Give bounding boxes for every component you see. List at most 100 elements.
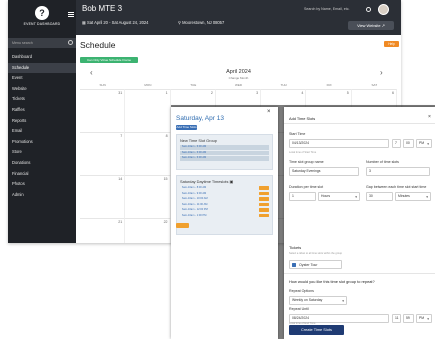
search-icon[interactable] (366, 7, 371, 12)
ticket-selector[interactable]: Oyster Tour (289, 260, 342, 269)
chevron-down-icon: ▾ (342, 299, 344, 303)
sidebar-item-raffles[interactable]: Raffles (8, 105, 76, 116)
hamburger-menu-icon[interactable] (68, 12, 74, 17)
sidebar-item-photos[interactable]: Photos (8, 179, 76, 190)
start-time-help: Local time of Start Time (289, 151, 317, 154)
slot-status-tag (259, 197, 269, 201)
duration-input[interactable]: 1 (289, 192, 316, 201)
sidebar: ? EVENT DASHBOARD Menu search Dashboard … (8, 0, 76, 243)
time-slot-label: 6am-10am - 10:00 AM (182, 197, 208, 200)
sidebar-item-event[interactable]: Event (8, 73, 76, 84)
gap-unit-select[interactable]: Minutes ▾ (395, 192, 431, 201)
duration-unit-select[interactable]: Hours ▾ (318, 192, 360, 201)
time-slot[interactable]: 6am-10am - 8:00 AM (180, 186, 269, 191)
time-slot[interactable]: 6am-10am - 10:00 AM (180, 197, 269, 202)
sidebar-item-dashboard[interactable]: Dashboard (8, 52, 76, 63)
gap-unit-value: Minutes (398, 194, 410, 198)
sidebar-item-email[interactable]: Email (8, 126, 76, 137)
event-location: ⚲ Moorestown, NJ 08057 (178, 20, 224, 25)
time-slot-group-header: Saturday Daytime Timeslots ▣ (177, 176, 272, 186)
time-slot-group[interactable]: Saturday Daytime Timeslots ▣ 6am-10am - … (176, 175, 273, 235)
sidebar-item-website[interactable]: Website (8, 84, 76, 95)
add-time-slots-chip[interactable]: Add Time Slots (176, 125, 197, 130)
time-slot-label: 6am-10am - 9:00 AM (182, 191, 207, 195)
menu-search-input[interactable]: Menu search (8, 38, 76, 48)
time-slot-label: 6am-10am - 12:00 PM (182, 208, 208, 211)
sidebar-item-schedule[interactable]: Schedule (8, 62, 76, 74)
repeat-until-ampm-value: PM (419, 316, 425, 320)
chevron-down-icon: ▾ (426, 195, 428, 199)
view-website-button[interactable]: View Website ↗ (348, 21, 394, 30)
chevron-down-icon: ▾ (355, 195, 357, 199)
view-website-label: View Website (357, 23, 381, 28)
sidebar-item-store[interactable]: Store (8, 147, 76, 158)
start-minute-input[interactable]: 00 (403, 139, 414, 148)
repeat-until-minute-input[interactable]: 59 (403, 314, 414, 323)
sidebar-nav: Dashboard Schedule Event Website Tickets… (8, 52, 76, 200)
time-slot-label: 6am-10am - 1:00 PM (182, 213, 207, 217)
chevron-right-icon[interactable]: › (380, 68, 383, 77)
repeat-until-hour-input[interactable]: 11 (392, 314, 401, 323)
logo[interactable]: ? EVENT DASHBOARD (8, 6, 76, 26)
time-slot[interactable]: 6am-10am - 1:00 PM (180, 214, 269, 219)
calendar-day[interactable]: 15 (125, 175, 171, 218)
schedule-frame-button[interactable]: Can Only Vitrue Schedule Frame (80, 57, 138, 63)
start-ampm-select[interactable]: PM ▾ (416, 139, 432, 148)
num-slots-label: Number of time slots (366, 160, 399, 164)
global-search-input[interactable]: Search by Name, Email, etc. (304, 7, 350, 11)
slot-status-tag (259, 191, 269, 196)
gap-input[interactable]: 30 (366, 192, 393, 201)
repeat-options-select[interactable]: Weekly on Saturday ▾ (289, 296, 347, 305)
sidebar-item-donations[interactable]: Donations (8, 158, 76, 169)
calendar-day[interactable]: 22 (125, 218, 171, 243)
time-slot[interactable]: 6am-10am - 6:00 AM (180, 145, 269, 150)
avatar[interactable] (378, 4, 389, 15)
logo-text: EVENT DASHBOARD (23, 22, 61, 26)
add-time-slots-panel: Add Time Slots × Start Time 04/13/2024 7… (284, 107, 435, 339)
change-month-link[interactable]: Change Month (76, 76, 401, 80)
sidebar-item-financial[interactable]: Financial (8, 169, 76, 180)
time-slot[interactable]: 6am-10am - 6:00 AM (180, 156, 269, 161)
repeat-until-ampm-select[interactable]: PM ▾ (416, 314, 432, 323)
event-dates-text: Sat April 20 - Sat August 24, 2024 (87, 20, 149, 25)
time-slot-label: 6am-10am - 8:00 AM (182, 186, 207, 189)
duration-unit-value: Hours (321, 194, 331, 198)
time-slot[interactable]: 6am-10am - 11:00 AM (180, 203, 269, 208)
group-name-input[interactable]: Saturday Evenings (289, 167, 359, 176)
calendar-day[interactable]: 14 (80, 175, 126, 218)
sidebar-item-tickets[interactable]: Tickets (8, 94, 76, 105)
slot-status-tag (259, 208, 269, 212)
start-hour-input[interactable]: 7 (392, 139, 401, 148)
calendar-icon: ▦ (82, 20, 86, 25)
create-time-slots-button[interactable]: Create Time Slots (289, 325, 344, 335)
event-location-text: Moorestown, NJ 08057 (182, 20, 225, 25)
calendar-day[interactable]: 8 (125, 132, 171, 175)
num-slots-input[interactable]: 3 (366, 167, 430, 176)
sidebar-item-reports[interactable]: Reports (8, 116, 76, 127)
close-icon[interactable]: × (428, 114, 431, 120)
close-icon[interactable]: × (267, 109, 271, 115)
time-slot-group-name: New Time Slot Group (180, 138, 217, 143)
time-slot[interactable]: 6am-10am - 9:00 AM (180, 192, 269, 197)
repeat-question: How would you like this time slot group … (289, 279, 375, 284)
add-slot-button[interactable] (176, 223, 189, 228)
event-title: Bob MTE 3 (82, 4, 123, 13)
slot-status-tag (259, 213, 269, 218)
checkbox-icon[interactable] (292, 263, 296, 267)
sidebar-item-admin[interactable]: Admin (8, 190, 76, 201)
help-button[interactable]: Help (384, 41, 399, 47)
calendar-day[interactable]: 7 (80, 132, 126, 175)
time-slot-group[interactable]: New Time Slot Group 6am-10am - 6:00 AM 6… (176, 134, 273, 170)
day-card-title: Saturday, Apr 13 (176, 115, 224, 122)
calendar-day[interactable]: 21 (80, 218, 126, 243)
time-slot[interactable]: 6am-10am - 12:00 PM (180, 208, 269, 213)
sidebar-item-promotions[interactable]: Promotions (8, 137, 76, 148)
start-date-input[interactable]: 04/13/2024 (289, 139, 389, 148)
panel-title: Add Time Slots (289, 116, 316, 121)
time-slot-group-name: Saturday Daytime Timeslots (180, 179, 229, 184)
start-ampm-value: PM (419, 141, 425, 145)
calendar-day[interactable]: 31 (80, 89, 126, 132)
calendar-day[interactable]: 1 (125, 89, 171, 132)
edit-icon[interactable]: ▣ (230, 179, 234, 184)
time-slot[interactable]: 6am-10am - 6:00 AM (180, 150, 269, 155)
